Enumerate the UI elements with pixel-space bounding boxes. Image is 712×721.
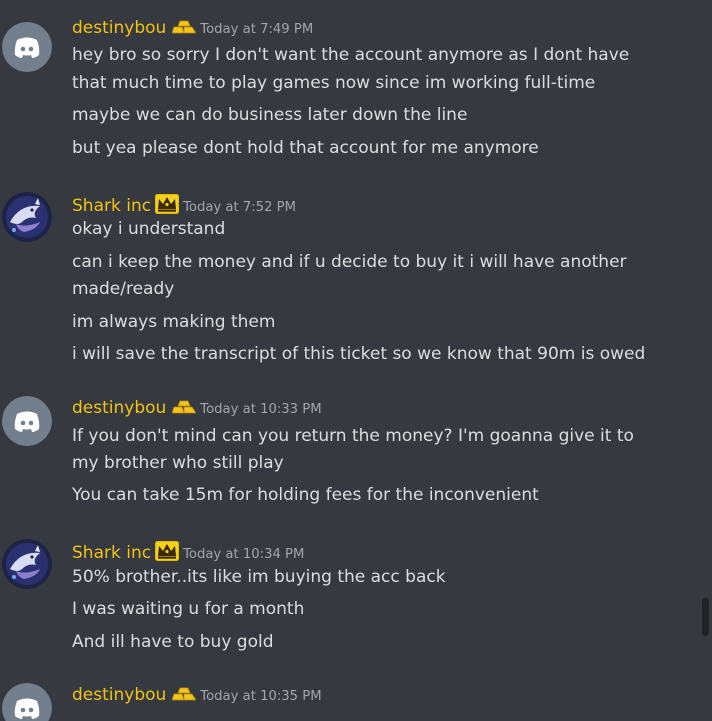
message-list: destinybou Today at 7:49 PM hey bro so s…: [0, 0, 700, 721]
crown-icon: [155, 194, 180, 218]
gold-bars-icon: [171, 399, 198, 419]
message-text: If you don't mind can you return the mon…: [72, 426, 634, 446]
message-text: but yea please dont hold that account fo…: [72, 138, 539, 158]
discord-default-avatar[interactable]: [2, 683, 52, 721]
timestamp: Today at 10:33 PM: [200, 402, 322, 417]
message-header: destinybou Today at 7:49 PM: [72, 17, 313, 38]
message-text: And ill have to buy gold: [72, 632, 274, 652]
username[interactable]: destinybou: [72, 398, 166, 418]
shark-avatar[interactable]: [2, 539, 52, 589]
message-text: made/ready: [72, 279, 175, 299]
message-text: i will save the transcript of this ticke…: [72, 344, 646, 364]
timestamp: Today at 7:52 PM: [183, 200, 296, 215]
gold-bars-icon: [171, 686, 198, 706]
scrollbar-thumb[interactable]: [702, 598, 709, 636]
message-text: okay i understand: [72, 219, 226, 239]
username[interactable]: Shark inc: [72, 196, 151, 216]
gold-bars-icon: [171, 19, 198, 39]
scrollbar[interactable]: [700, 0, 712, 721]
message-text: You can take 15m for holding fees for th…: [72, 485, 539, 505]
message-text: I was waiting u for a month: [72, 599, 305, 619]
message-text: hey bro so sorry I don't want the accoun…: [72, 45, 630, 65]
discord-default-avatar[interactable]: [2, 22, 52, 72]
message-text: 50% brother..its like im buying the acc …: [72, 567, 446, 587]
username[interactable]: destinybou: [72, 685, 166, 705]
message-header: Shark inc Today at 10:34 PM: [72, 538, 304, 563]
message-text: that much time to play games now since i…: [72, 73, 596, 93]
username[interactable]: destinybou: [72, 18, 166, 38]
timestamp: Today at 7:49 PM: [200, 22, 314, 37]
message-text: maybe we can do business later down the …: [72, 105, 468, 125]
discord-default-avatar[interactable]: [2, 396, 52, 446]
message-header: Shark inc Today at 7:52 PM: [72, 191, 296, 216]
crown-icon: [155, 541, 180, 565]
message-header: destinybou Today at 10:33 PM: [72, 397, 322, 418]
shark-avatar[interactable]: [2, 192, 52, 242]
timestamp: Today at 10:35 PM: [200, 689, 322, 704]
message-text: im always making them: [72, 312, 276, 332]
message-text: my brother who still play: [72, 453, 284, 473]
message-text: can i keep the money and if u decide to …: [72, 252, 627, 272]
timestamp: Today at 10:34 PM: [183, 547, 305, 562]
message-header: destinybou Today at 10:35 PM: [72, 684, 322, 705]
username[interactable]: Shark inc: [72, 543, 151, 563]
